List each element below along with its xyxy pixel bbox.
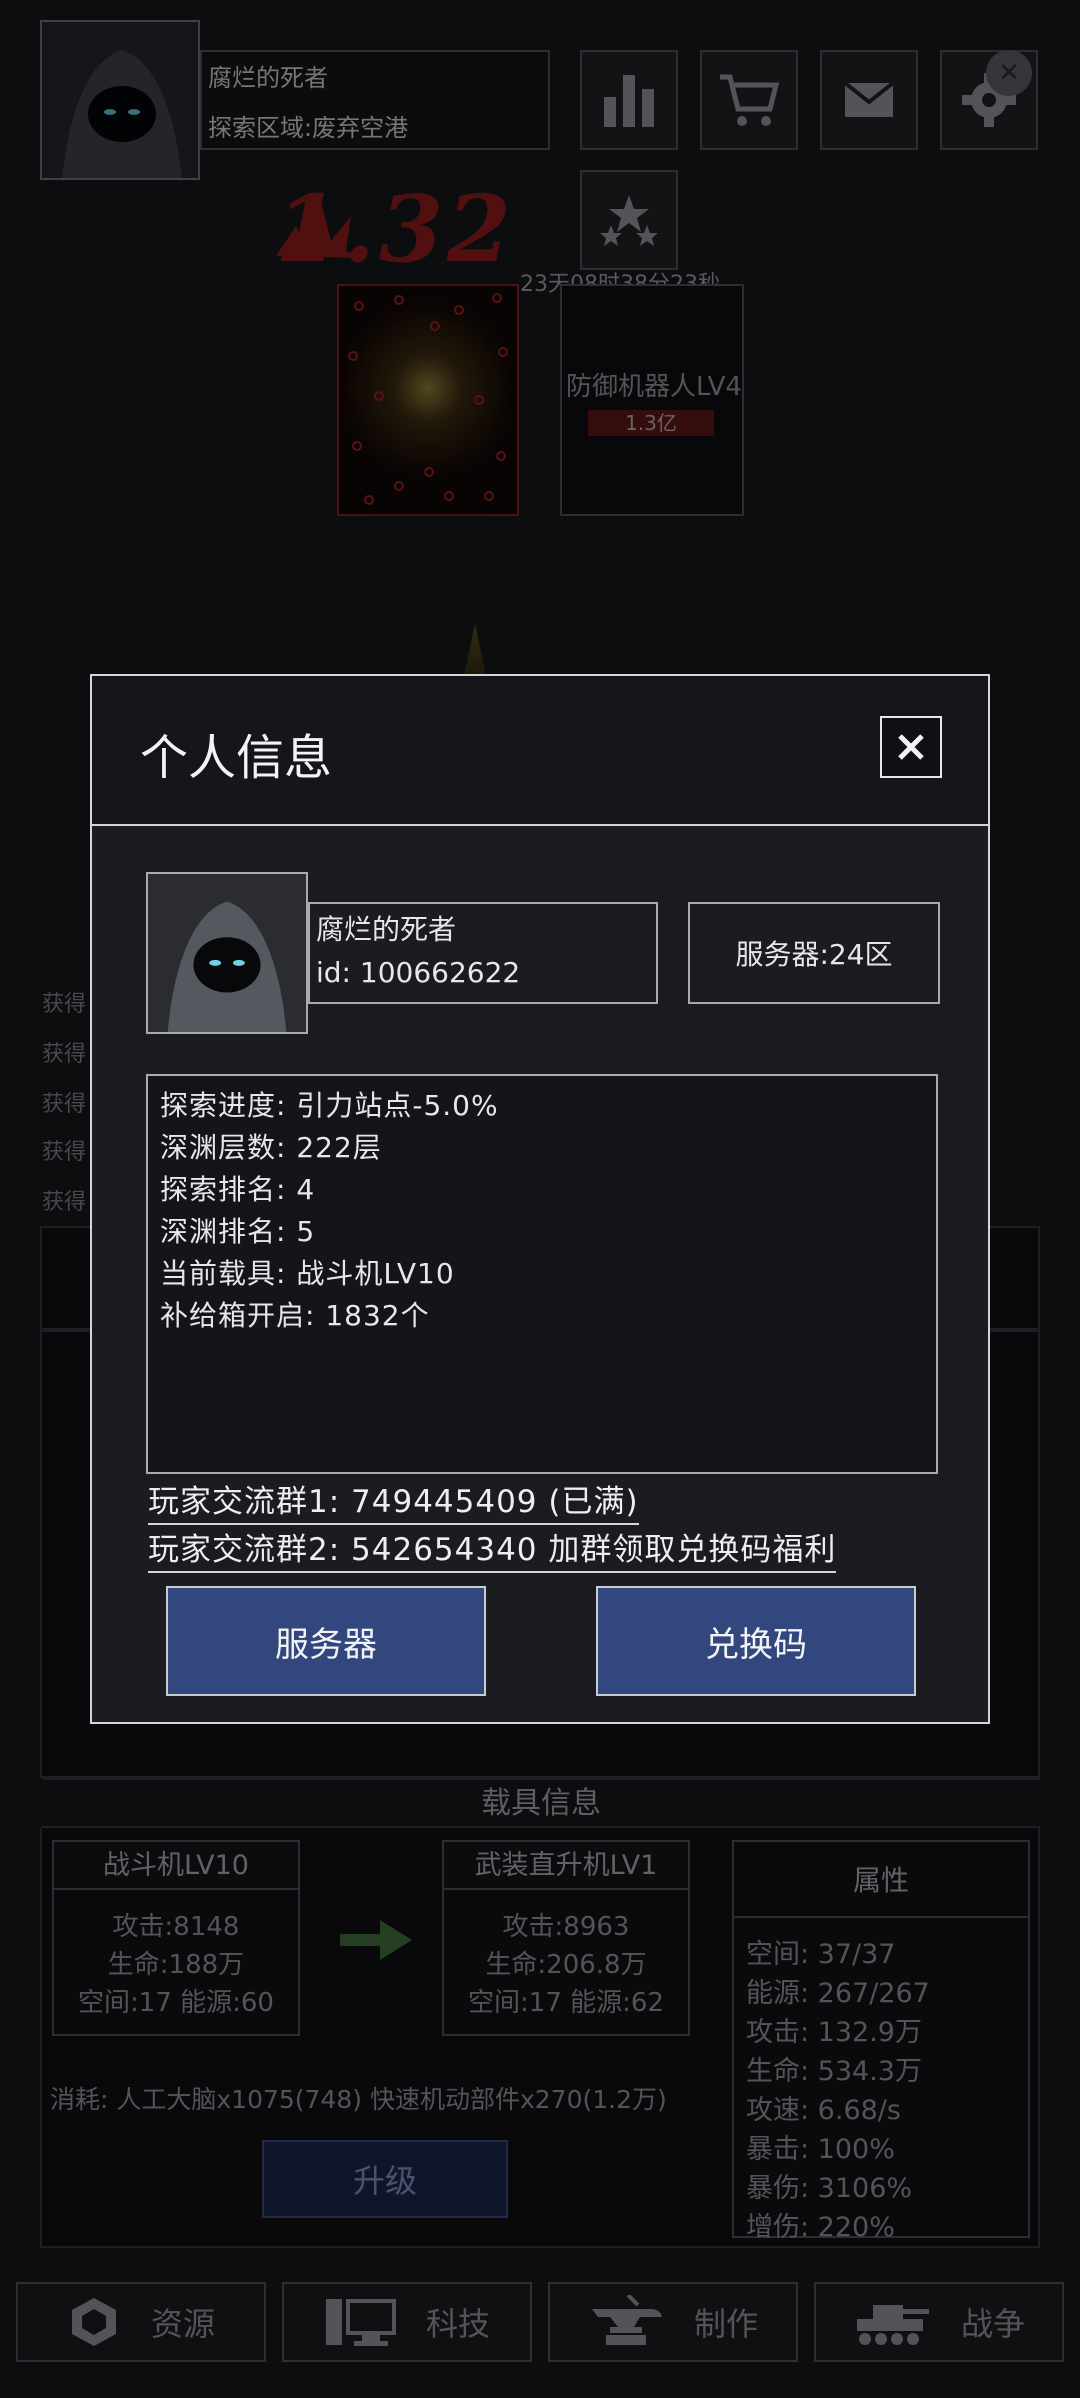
profile-server: 服务器:24区 xyxy=(688,902,940,1004)
stat-abyss-rank: 深渊排名: 5 xyxy=(160,1215,316,1248)
stat-abyss-floor: 深渊层数: 222层 xyxy=(160,1131,382,1164)
close-button[interactable] xyxy=(880,716,942,778)
profile-stats-box: 探索进度: 引力站点-5.0% 深渊层数: 222层 探索排名: 4 深渊排名:… xyxy=(146,1074,938,1474)
profile-modal: 个人信息 腐烂的死者 id: 100662622 服务器:24区 探索进度: 引… xyxy=(90,674,990,1724)
profile-avatar xyxy=(146,872,308,1034)
stat-explore-rank: 探索排名: 4 xyxy=(160,1173,316,1206)
profile-name: 腐烂的死者 xyxy=(316,913,457,946)
profile-name-box: 腐烂的死者 id: 100662622 xyxy=(308,902,658,1004)
close-icon xyxy=(898,734,924,760)
modal-title: 个人信息 xyxy=(140,730,333,786)
stat-supply-boxes: 补给箱开启: 1832个 xyxy=(160,1299,430,1332)
profile-id: id: 100662622 xyxy=(316,956,521,989)
player-group-2-link[interactable]: 玩家交流群2: 542654340 加群领取兑换码福利 xyxy=(148,1524,837,1573)
modal-header: 个人信息 xyxy=(92,676,988,826)
server-button[interactable]: 服务器 xyxy=(166,1586,486,1696)
player-group-1-link[interactable]: 玩家交流群1: 749445409 (已满) xyxy=(148,1476,639,1525)
stat-explore-progress: 探索进度: 引力站点-5.0% xyxy=(160,1089,499,1122)
stat-current-vehicle: 当前载具: 战斗机LV10 xyxy=(160,1257,455,1290)
redeem-code-button[interactable]: 兑换码 xyxy=(596,1586,916,1696)
hooded-figure-icon xyxy=(148,874,306,1032)
